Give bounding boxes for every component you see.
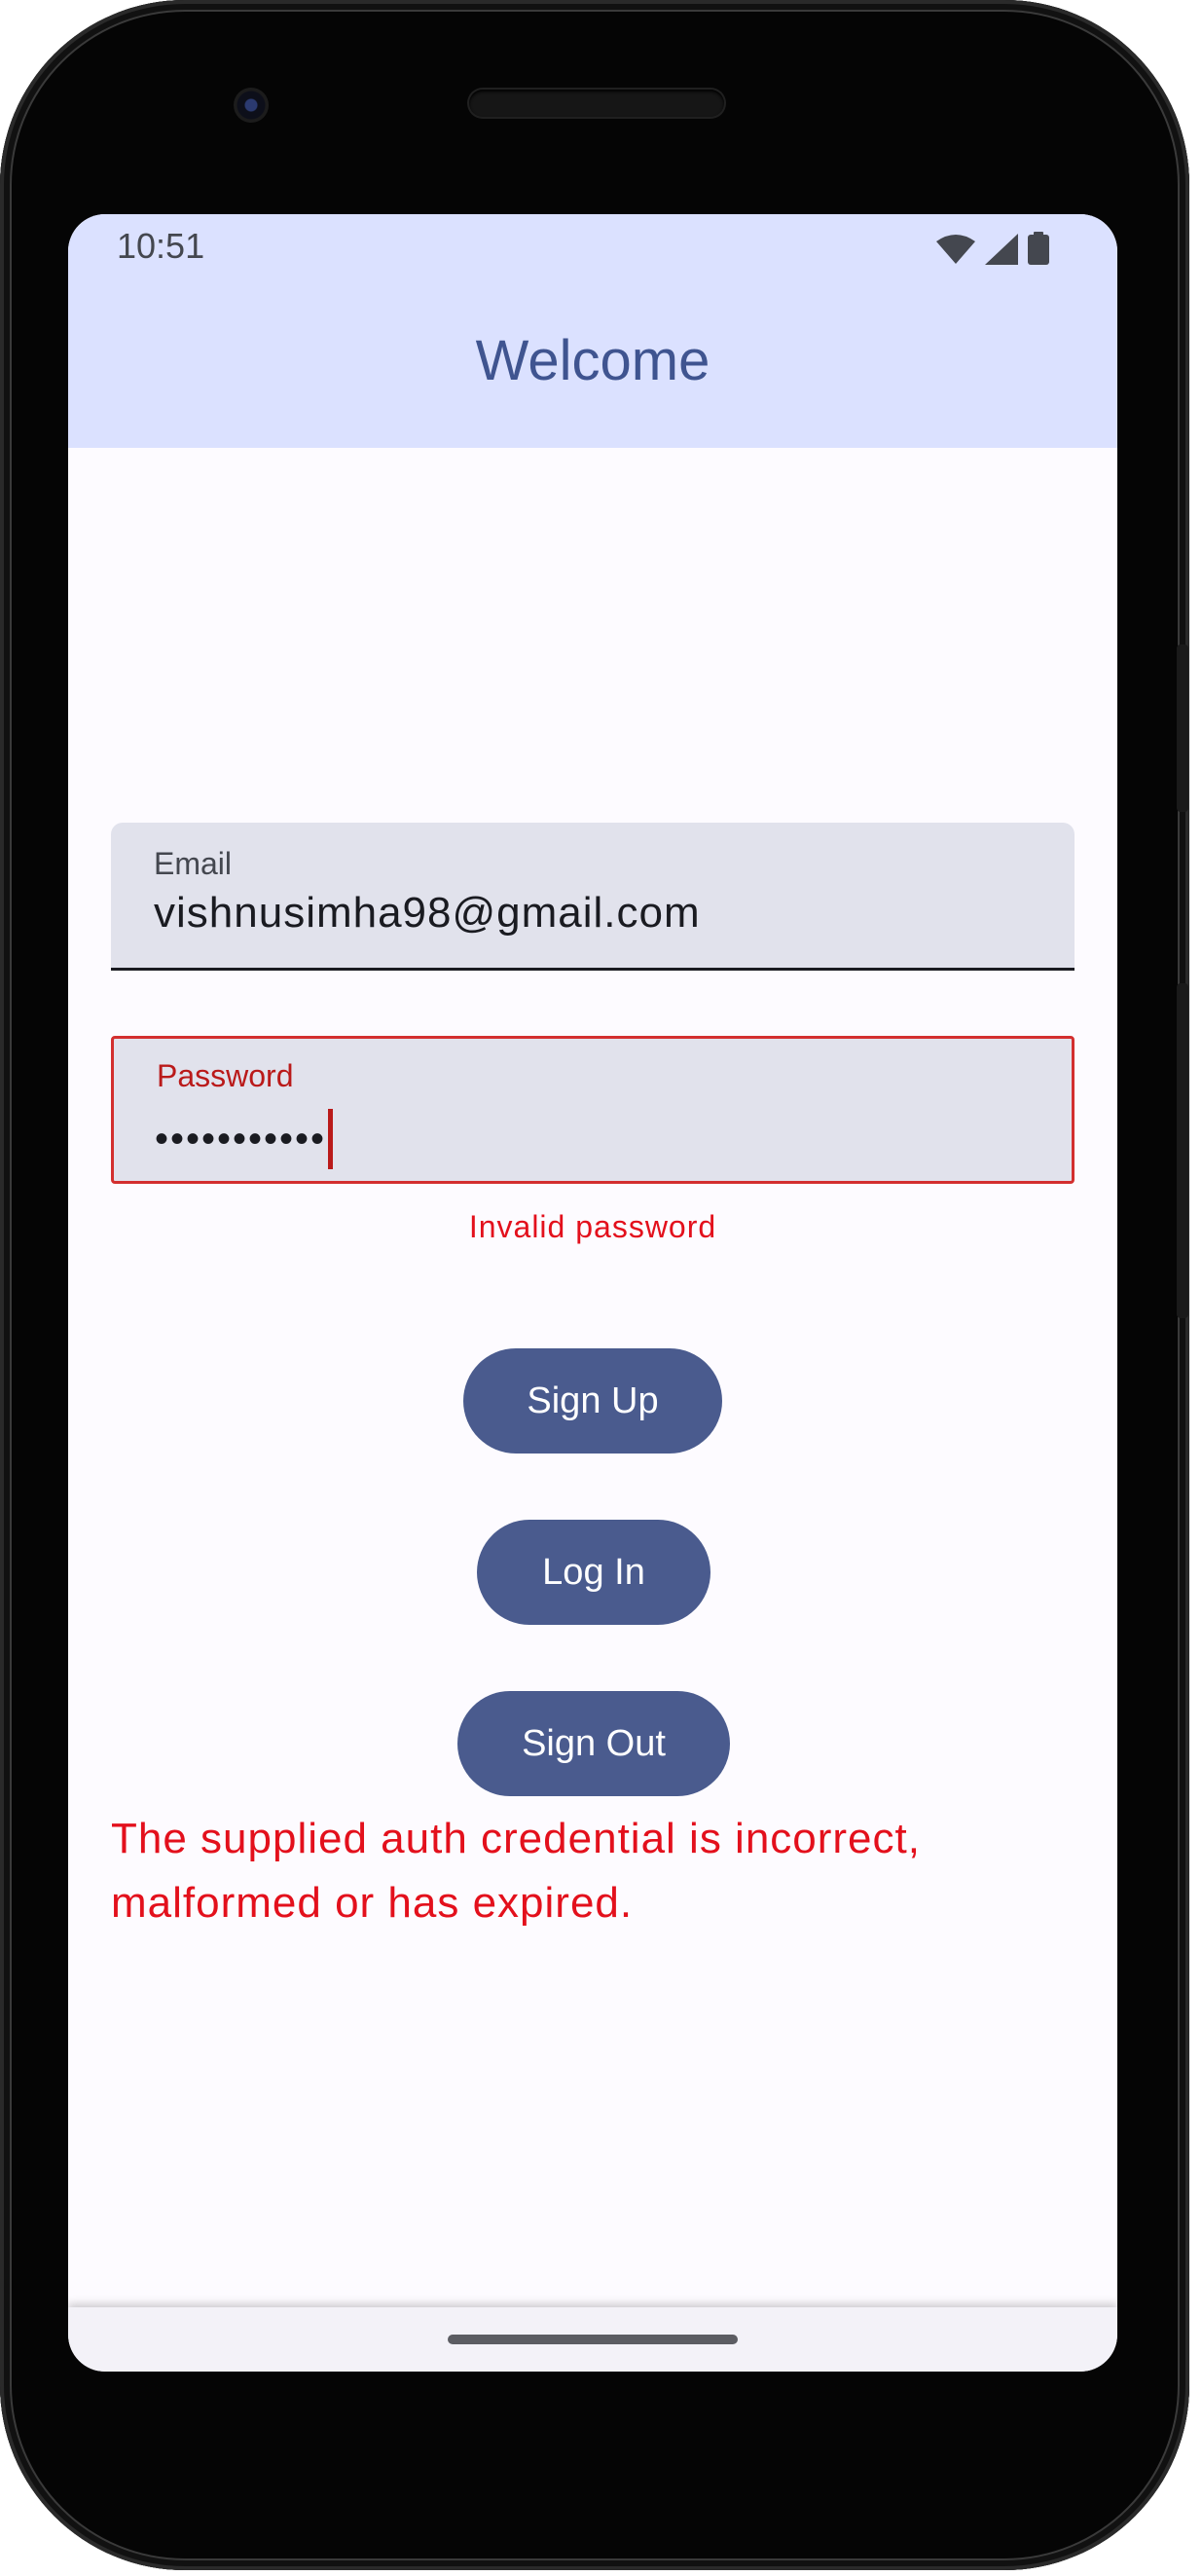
volume-button xyxy=(1177,983,1188,1318)
password-error-text: Invalid password xyxy=(468,1209,717,1244)
wifi-icon xyxy=(936,234,975,270)
email-value[interactable]: vishnusimha98@gmail.com xyxy=(154,889,701,938)
password-value[interactable]: ••••••••••• xyxy=(155,1109,334,1169)
phone-frame: 10:51 Welcome Email vishnusimha98@gmail.… xyxy=(0,0,1189,2570)
home-indicator[interactable] xyxy=(448,2335,738,2344)
email-label: Email xyxy=(154,846,233,881)
signal-icon xyxy=(985,234,1018,270)
auth-error-message: The supplied auth credential is incorrec… xyxy=(111,1815,921,1927)
status-bar: 10:51 xyxy=(68,214,1117,292)
app-bar: Welcome xyxy=(68,292,1117,448)
password-field[interactable]: Password ••••••••••• xyxy=(111,1036,1075,1184)
earpiece-speaker xyxy=(469,90,724,117)
page-title: Welcome xyxy=(475,328,710,392)
navigation-bar xyxy=(68,2307,1117,2372)
front-camera xyxy=(234,88,269,123)
status-icons xyxy=(936,232,1049,270)
password-dots: ••••••••••• xyxy=(155,1117,327,1160)
app-screen: 10:51 Welcome Email vishnusimha98@gmail.… xyxy=(68,214,1117,2372)
battery-icon xyxy=(1028,232,1049,270)
power-button xyxy=(1177,644,1188,812)
password-label: Password xyxy=(157,1058,294,1093)
sign-out-button[interactable]: Sign Out xyxy=(457,1691,730,1796)
email-field[interactable]: Email vishnusimha98@gmail.com xyxy=(111,823,1075,971)
status-time: 10:51 xyxy=(117,226,205,266)
text-cursor xyxy=(328,1109,334,1169)
sign-up-button[interactable]: Sign Up xyxy=(463,1348,722,1454)
log-in-button[interactable]: Log In xyxy=(477,1520,710,1625)
